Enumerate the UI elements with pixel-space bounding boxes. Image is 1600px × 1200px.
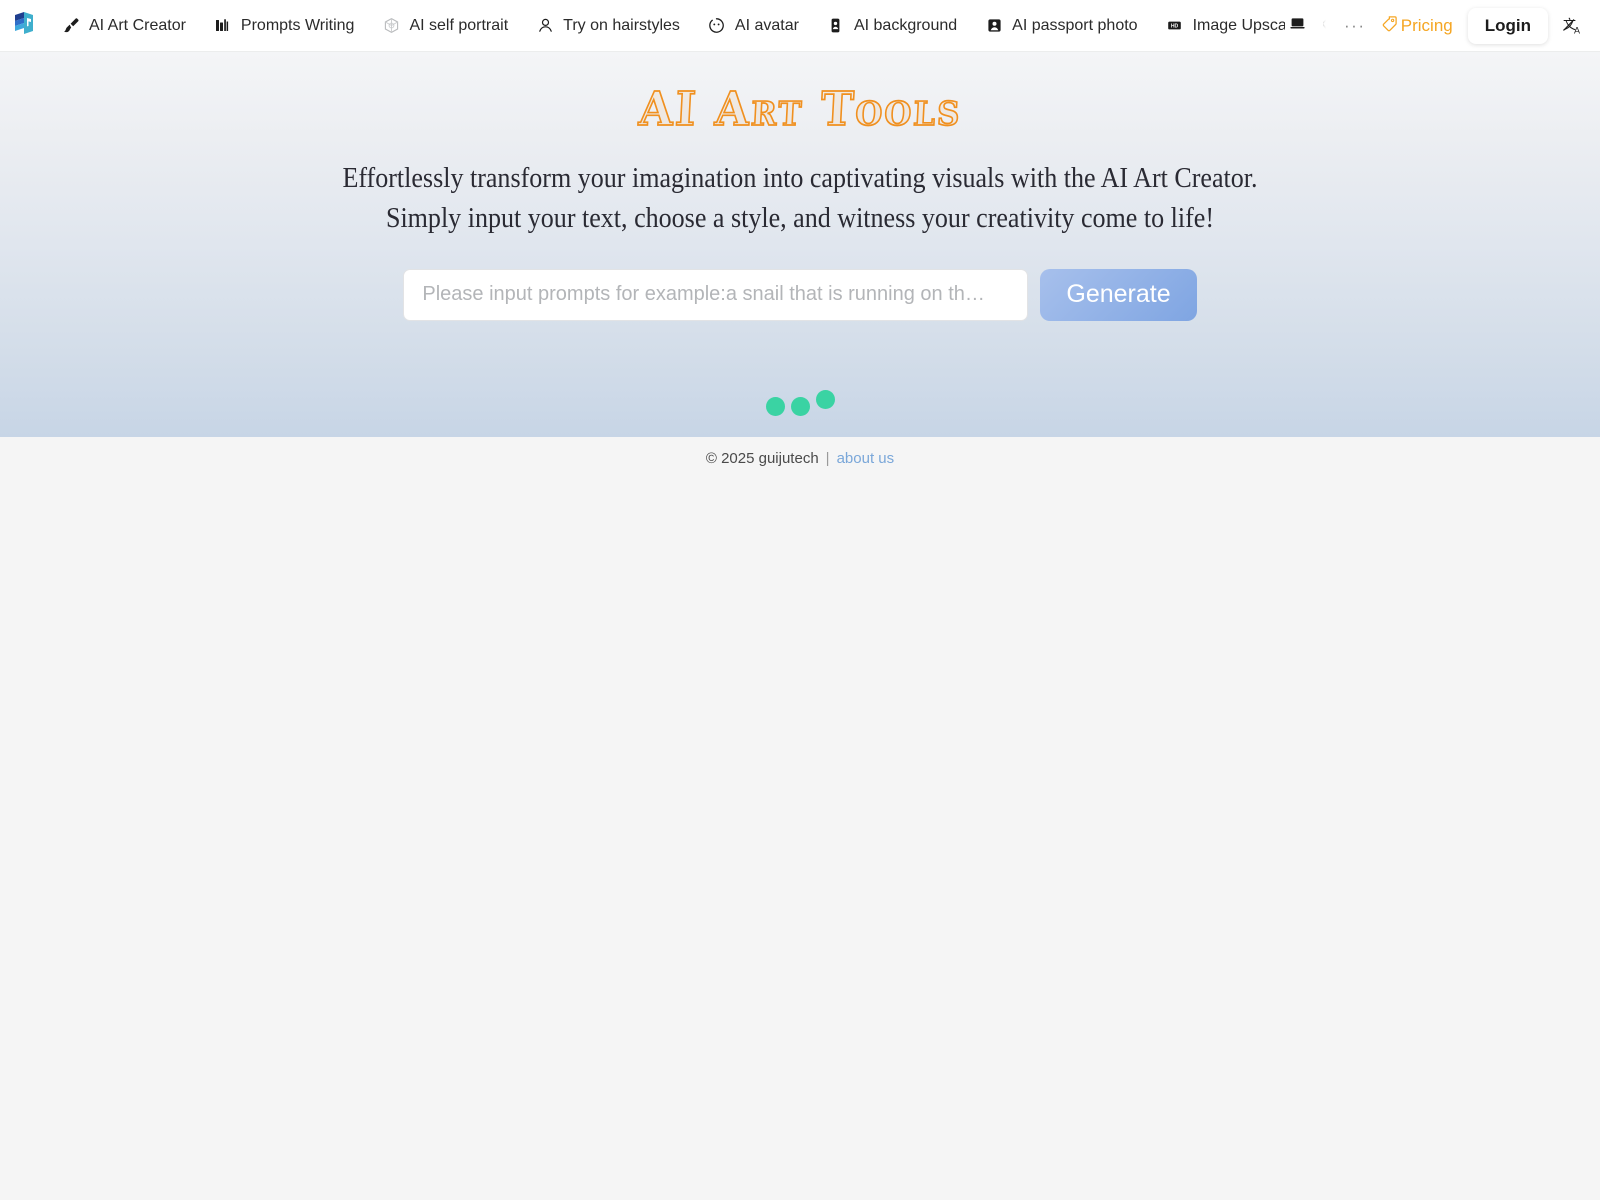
top-navbar: AI Art Creator Prompts Writing AI self p… [0,0,1600,52]
nav-right-actions: ··· Pricing Login 文 A [1337,0,1600,51]
prompt-form: Generate [403,268,1197,321]
svg-text:HD: HD [1171,24,1179,30]
loading-indicator [0,390,1600,416]
nav-item-label: AI self portrait [409,16,509,34]
more-menu-button[interactable]: ··· [1338,9,1372,43]
page-footer: © 2025 guijutech | about us [0,437,1600,1200]
paintbrush-icon [62,17,80,35]
cube-3d-icon [382,17,400,35]
nav-item-ai-art-creator[interactable]: AI Art Creator [48,0,200,51]
hero-section: AI Art Tools Effortlessly transform your… [0,52,1600,437]
svg-text:A: A [1574,26,1580,36]
pricing-label: Pricing [1400,16,1453,35]
nav-item-clipped[interactable] [1285,0,1323,51]
nav-item-label: Try on hairstyles [563,16,680,34]
loading-dot [790,397,810,416]
nav-item-prompts-writing[interactable]: Prompts Writing [200,0,369,51]
login-button[interactable]: Login [1467,8,1548,44]
book-chart-icon [214,17,232,35]
nav-item-label: AI Art Creator [89,16,186,34]
about-us-link[interactable]: about us [837,450,895,467]
hero-subtitle: Effortlessly transform your imagination … [342,159,1257,239]
nav-item-ai-avatar[interactable]: AI avatar [694,0,813,51]
loading-dot [765,397,785,416]
loading-dot [815,390,835,409]
nav-item-label: AI background [853,16,958,34]
page-title: AI Art Tools [636,82,963,138]
id-card-icon [827,17,845,35]
generate-button[interactable]: Generate [1040,268,1197,321]
nav-item-ai-background[interactable]: AI background [813,0,971,51]
translate-icon: 文 A [1563,18,1580,36]
person-outline-icon [536,17,554,35]
nav-item-ai-passport-photo[interactable]: AI passport photo [971,0,1151,51]
logo-link[interactable] [0,0,48,51]
price-tag-icon [1381,15,1398,37]
prompt-input[interactable] [403,268,1029,321]
monitor-icon [1289,15,1306,37]
nav-item-label: AI avatar [734,16,799,34]
nav-item-label: AI passport photo [1012,16,1138,34]
hero-subtitle-line2: Simply input your text, choose a style, … [385,202,1215,234]
footer-copyright: © 2025 guijutech [705,450,819,467]
nav-item-label: Prompts Writing [240,16,355,34]
hero-subtitle-line1: Effortlessly transform your imagination … [342,163,1258,194]
hd-badge-icon: HD [1166,17,1184,35]
portrait-badge-icon [985,17,1003,35]
face-circle-icon [708,17,726,35]
guijutech-logo-icon [11,10,37,41]
language-switch-button[interactable]: 文 A [1554,8,1590,44]
footer-content: © 2025 guijutech | about us [0,450,1600,467]
nav-item-try-on-hairstyles[interactable]: Try on hairstyles [522,0,694,51]
nav-item-ai-self-portrait[interactable]: AI self portrait [368,0,522,51]
pricing-button[interactable]: Pricing [1372,9,1462,43]
footer-separator: | [825,450,830,467]
